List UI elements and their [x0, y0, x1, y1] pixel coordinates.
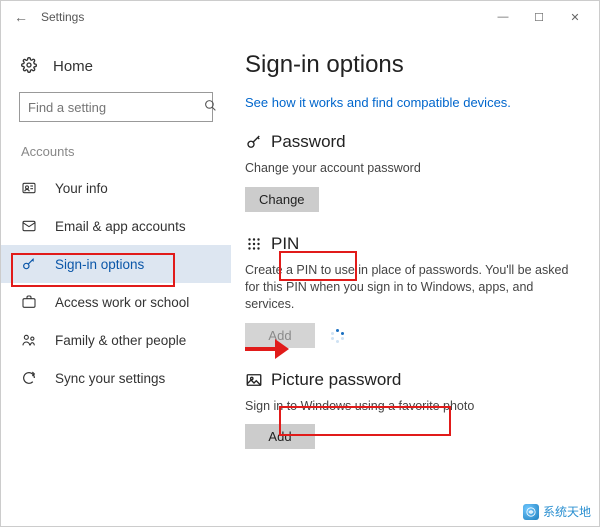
sync-icon	[21, 370, 43, 386]
search-box[interactable]	[19, 92, 213, 122]
watermark: 系统天地	[523, 503, 591, 520]
maximize-button[interactable]: ☐	[521, 3, 557, 31]
sidebar-item-sync-settings[interactable]: Sync your settings	[1, 359, 231, 397]
picture-password-desc: Sign in to Windows using a favorite phot…	[245, 398, 581, 415]
watermark-text: 系统天地	[543, 503, 591, 520]
key-icon	[21, 256, 43, 272]
page-title: Sign-in options	[245, 51, 581, 79]
sidebar-item-email-accounts[interactable]: Email & app accounts	[1, 207, 231, 245]
app-title: Settings	[41, 10, 84, 24]
mail-icon	[21, 218, 43, 234]
gear-icon	[21, 57, 39, 76]
sidebar-item-label: Your info	[55, 181, 108, 196]
person-icon	[21, 180, 43, 196]
back-button[interactable]: ←	[7, 3, 35, 31]
picture-password-section: Picture password Sign in to Windows usin…	[245, 370, 581, 450]
family-icon	[21, 332, 43, 348]
password-desc: Change your account password	[245, 160, 581, 177]
search-icon	[204, 99, 217, 115]
pin-section: PIN Create a PIN to use in place of pass…	[245, 234, 581, 348]
password-heading: Password	[245, 132, 581, 152]
home-label: Home	[53, 58, 93, 75]
minimize-button[interactable]: —	[485, 3, 521, 31]
pin-heading-text: PIN	[271, 234, 299, 254]
add-pin-button[interactable]: Add	[245, 323, 315, 348]
title-bar: ← Settings — ☐ ✕	[1, 1, 599, 33]
pin-keypad-icon	[245, 235, 271, 253]
sidebar-item-label: Sign-in options	[55, 257, 144, 272]
password-heading-text: Password	[271, 132, 346, 152]
sidebar-item-label: Access work or school	[55, 295, 189, 310]
sidebar-item-your-info[interactable]: Your info	[1, 169, 231, 207]
password-section: Password Change your account password Ch…	[245, 132, 581, 212]
key-icon	[245, 133, 271, 151]
sidebar-item-label: Email & app accounts	[55, 219, 186, 234]
close-button[interactable]: ✕	[557, 3, 593, 31]
sidebar: Home Accounts Your info Email & app acco…	[1, 33, 231, 526]
accounts-section-header: Accounts	[1, 138, 231, 169]
briefcase-icon	[21, 294, 43, 310]
home-nav[interactable]: Home	[1, 51, 231, 92]
search-input[interactable]	[28, 100, 204, 115]
sidebar-item-label: Sync your settings	[55, 371, 165, 386]
picture-password-heading: Picture password	[245, 370, 581, 390]
window-controls: — ☐ ✕	[485, 3, 593, 31]
sidebar-item-label: Family & other people	[55, 333, 186, 348]
watermark-logo-icon	[523, 504, 539, 520]
pin-heading: PIN	[245, 234, 581, 254]
loading-spinner-icon	[331, 329, 345, 343]
image-icon	[245, 371, 271, 389]
picture-password-heading-text: Picture password	[271, 370, 401, 390]
sidebar-item-family-people[interactable]: Family & other people	[1, 321, 231, 359]
add-picture-password-button[interactable]: Add	[245, 424, 315, 449]
sidebar-item-access-work-school[interactable]: Access work or school	[1, 283, 231, 321]
main-pane: Sign-in options See how it works and fin…	[231, 33, 599, 526]
compatible-devices-link[interactable]: See how it works and find compatible dev…	[245, 95, 511, 110]
change-password-button[interactable]: Change	[245, 187, 319, 212]
pin-desc: Create a PIN to use in place of password…	[245, 262, 581, 313]
sidebar-item-sign-in-options[interactable]: Sign-in options	[1, 245, 231, 283]
